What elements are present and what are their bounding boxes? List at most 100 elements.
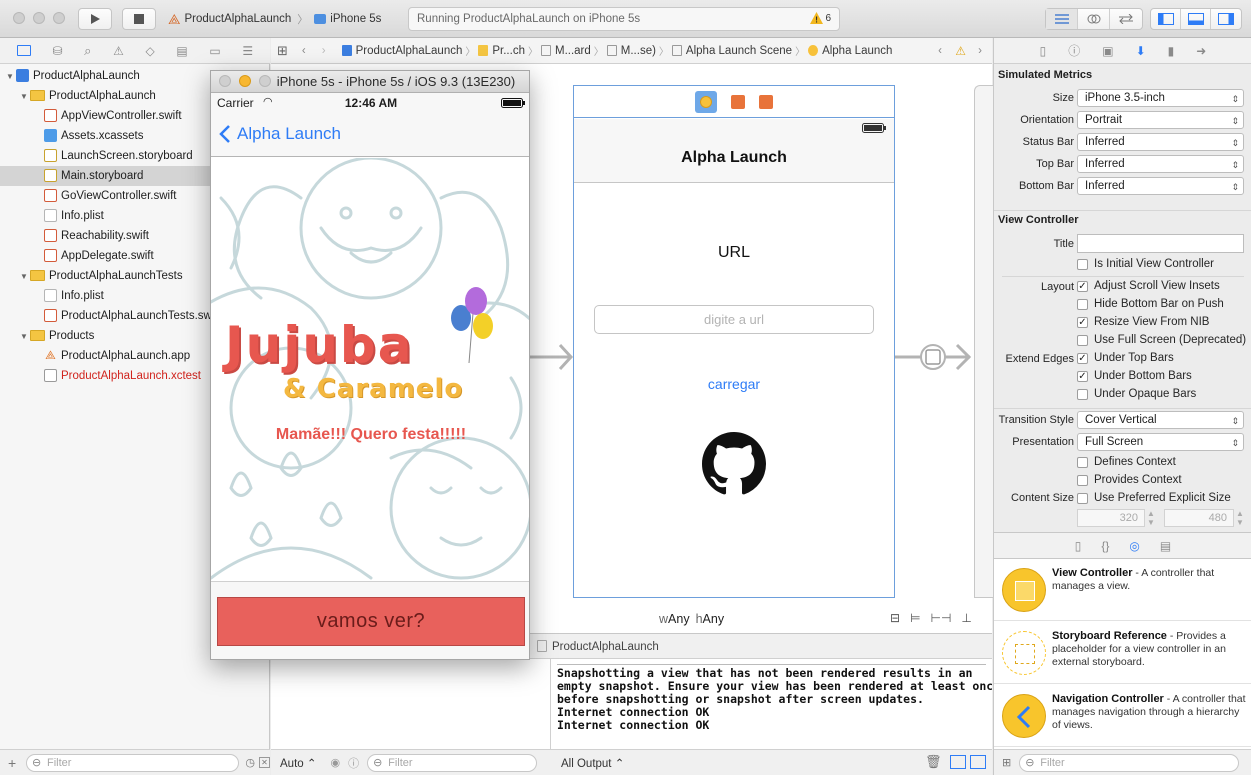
checkmark-icon[interactable]: ✓ [1077,316,1088,328]
height-stepper[interactable]: ▲ ▼ [1236,509,1246,527]
minimize-window-button[interactable] [33,12,45,24]
disclosure-triangle-icon[interactable]: ▼ [20,267,30,287]
console-output[interactable]: Snapshotting a view that has not been re… [551,659,992,749]
zoom-window-button[interactable] [53,12,65,24]
checkmark-icon[interactable] [1077,334,1088,346]
assistant-editor-button[interactable] [1078,9,1110,29]
metric-popup[interactable]: Portrait ⇕ [1077,111,1244,129]
navigator-filter-input[interactable]: ⊖ Filter [25,753,240,772]
provides-context-check[interactable] [1077,474,1088,486]
scene-nav-title[interactable]: Alpha Launch [574,149,894,167]
sim-close-button[interactable] [219,75,231,87]
preferred-size-check[interactable] [1077,492,1088,504]
all-output-selector[interactable]: All Output ⌃ [561,756,624,770]
first-responder-icon[interactable] [731,94,745,109]
presentation-popup[interactable]: Full Screen ⇕ [1077,433,1244,451]
related-items-icon[interactable]: ⊞ [277,43,288,59]
defines-context-check[interactable] [1077,456,1088,468]
issue-icon[interactable]: ⚠ [113,44,124,58]
toggle-debug-button[interactable] [1181,9,1211,29]
split-left-icon[interactable] [950,755,966,769]
forward-arrow-icon[interactable]: › [322,45,326,57]
view-controller-item[interactable]: View Controller - A controller that mana… [994,559,1251,621]
library-filter-input[interactable]: ⊖ Filter [1019,753,1240,772]
next-scene-edge[interactable] [974,85,994,598]
close-window-button[interactable] [13,12,25,24]
test-icon[interactable]: ◇ [145,44,154,58]
identity-inspector-icon[interactable]: ▣ [1102,44,1113,58]
file-inspector-icon[interactable]: ▯ [1040,44,1047,58]
checkmark-icon[interactable]: ✓ [1077,352,1088,364]
stop-button[interactable] [122,8,156,30]
folder-icon[interactable] [16,45,31,56]
object-library-icon[interactable]: ◎ [1129,539,1139,553]
provides-context-checkbox[interactable]: Provides Context [1077,474,1182,486]
layout-option-checkbox[interactable]: ✓ Resize View From NIB [1077,316,1209,328]
media-library-icon[interactable]: ▤ [1160,539,1171,553]
connections-inspector-icon[interactable]: ➜ [1196,44,1206,58]
vamos-ver-button[interactable]: vamos ver? [217,597,525,646]
initial-vc-check[interactable] [1077,258,1088,270]
layout-option-checkbox[interactable]: Hide Bottom Bar on Push [1077,298,1224,310]
checkmark-icon[interactable] [1077,388,1088,400]
layout-option-checkbox[interactable]: Use Full Screen (Deprecated) [1077,334,1246,346]
preferred-size-checkbox[interactable]: Use Preferred Explicit Size [1077,492,1231,504]
show-segue-connector[interactable] [895,342,975,372]
metric-popup[interactable]: Inferred ⇕ [1077,155,1244,173]
trash-icon[interactable]: 🗑 [925,754,942,770]
url-label[interactable]: URL [574,244,894,262]
disclosure-triangle-icon[interactable]: ▼ [20,327,30,347]
stack-icon[interactable]: ⊟ [890,611,900,625]
checkmark-icon[interactable] [1077,298,1088,310]
breadcrumb-item[interactable]: M...se) [621,45,656,57]
initial-vc-checkbox[interactable]: Is Initial View Controller [1077,258,1214,270]
variables-view[interactable] [271,659,551,749]
toggle-utilities-button[interactable] [1211,9,1241,29]
ios-simulator-window[interactable]: iPhone 5s - iPhone 5s / iOS 9.3 (13E230)… [210,70,530,660]
align-icon[interactable]: ⊨ [910,611,920,625]
breadcrumb-item[interactable]: M...ard [555,45,591,57]
code-snippet-icon[interactable]: {} [1101,539,1109,553]
back-button[interactable]: Alpha Launch [219,124,341,144]
scm-icon[interactable]: ✕ [259,757,270,768]
exit-icon[interactable] [759,94,773,109]
scheme-selector[interactable]: ⟁ ProductAlphaLaunch 〉 iPhone 5s [168,8,388,30]
transition-style-popup[interactable]: Cover Vertical ⇕ [1077,411,1244,429]
disclosure-triangle-icon[interactable]: ▼ [6,67,16,87]
breadcrumb-item[interactable]: Pr...ch [492,45,525,57]
split-right-icon[interactable] [970,755,986,769]
defines-context-checkbox[interactable]: Defines Context [1077,456,1176,468]
toggle-navigator-button[interactable] [1151,9,1181,29]
attributes-inspector-icon[interactable]: ⬇ [1136,44,1146,58]
debug-icon[interactable]: ▤ [176,44,187,58]
title-field[interactable] [1077,234,1244,253]
extend-edge-checkbox[interactable]: ✓ Under Bottom Bars [1077,370,1192,382]
add-file-button[interactable]: + [8,756,20,770]
run-button[interactable] [78,8,112,30]
auto-scope-selector[interactable]: Auto ⌃ [280,756,317,770]
width-field[interactable]: 320 [1077,509,1145,527]
breakpoint-icon[interactable]: ▭ [209,44,220,58]
search-icon[interactable]: ⌕ [84,43,91,59]
extend-edge-checkbox[interactable]: ✓ Under Top Bars [1077,352,1174,364]
pin-icon[interactable]: ⊢⊣ [931,611,952,625]
load-button[interactable]: carregar [574,376,894,392]
extend-edge-checkbox[interactable]: Under Opaque Bars [1077,388,1196,400]
size-class-control[interactable]: w Any h Any [659,612,724,626]
checkmark-icon[interactable]: ✓ [1077,280,1088,292]
metric-popup[interactable]: Inferred ⇕ [1077,177,1244,195]
layout-option-checkbox[interactable]: ✓ Adjust Scroll View Insets [1077,280,1220,292]
url-text-field[interactable]: digite a url [594,305,874,334]
warning-icon[interactable]: ⚠ [955,44,966,58]
sim-zoom-button[interactable] [259,75,271,87]
back-arrow-icon[interactable]: ‹ [302,45,306,57]
checkmark-icon[interactable]: ✓ [1077,370,1088,382]
breadcrumb-item[interactable]: Alpha Launch Scene [686,45,792,57]
storyboard-reference-item[interactable]: Storyboard Reference - Provides a placeh… [994,622,1251,684]
sim-minimize-button[interactable] [239,75,251,87]
recent-icon[interactable]: ◷ [245,756,255,769]
alpha-launch-scene[interactable]: Alpha Launch URL digite a url carregar [573,85,895,598]
grid-view-icon[interactable]: ⊞ [1002,756,1011,769]
disclosure-triangle-icon[interactable]: ▼ [20,87,30,107]
width-stepper[interactable]: ▲ ▼ [1147,509,1157,527]
